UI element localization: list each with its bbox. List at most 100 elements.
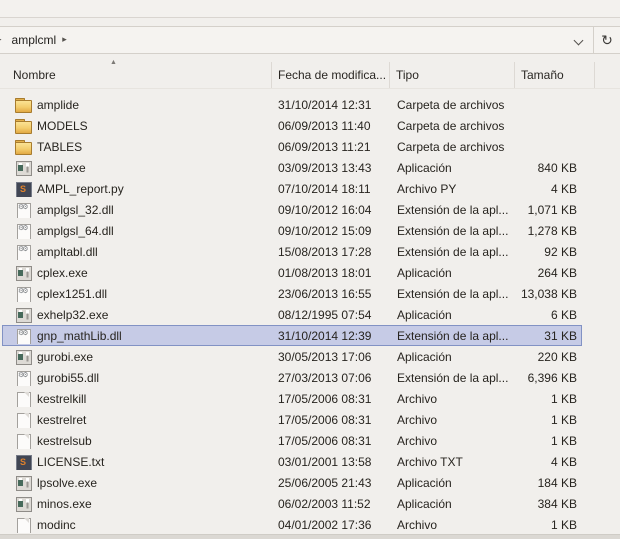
file-name: TABLES (37, 139, 83, 154)
address-dropdown-chevron-icon[interactable] (575, 36, 583, 44)
file-size: 4 KB (550, 454, 577, 469)
file-name: lpsolve.exe (37, 475, 98, 490)
file-date: 09/10/2012 16:04 (278, 202, 372, 217)
file-icon (14, 517, 32, 533)
file-row[interactable]: ampl.exe 03/09/2013 13:43 Aplicación 840… (2, 157, 582, 178)
column-resize-handle[interactable] (271, 62, 272, 88)
file-date: 30/05/2013 17:06 (278, 349, 372, 364)
file-icon (14, 391, 32, 407)
file-row[interactable]: TABLES 06/09/2013 11:21 Carpeta de archi… (2, 136, 582, 157)
dll-icon (14, 223, 32, 239)
file-row[interactable]: kestrelsub 17/05/2006 08:31 Archivo 1 KB (2, 430, 582, 451)
file-size: 31 KB (544, 328, 577, 343)
column-header-tipo[interactable]: Tipo (396, 68, 419, 82)
file-row[interactable]: AMPL_report.py 07/10/2014 18:11 Archivo … (2, 178, 582, 199)
file-row[interactable]: minos.exe 06/02/2003 11:52 Aplicación 38… (2, 493, 582, 514)
folder-icon (14, 118, 32, 134)
column-header-bar: ▲ Nombre Fecha de modifica... Tipo Tamañ… (0, 59, 620, 89)
dll-icon (14, 328, 32, 344)
file-name-cell: gurobi55.dll (3, 370, 275, 386)
refresh-icon: ↻ (601, 31, 613, 48)
file-row[interactable]: kestrelkill 17/05/2006 08:31 Archivo 1 K… (2, 388, 582, 409)
file-name-cell: ampltabl.dll (3, 244, 275, 260)
dll-icon (14, 286, 32, 302)
breadcrumb[interactable]: amplcml (12, 33, 57, 47)
file-row[interactable]: gurobi55.dll 27/03/2013 07:06 Extensión … (2, 367, 582, 388)
file-type: Extensión de la apl... (397, 202, 509, 217)
file-name: ampl.exe (37, 160, 86, 175)
file-name-cell: gurobi.exe (3, 349, 275, 365)
file-row[interactable]: cplex.exe 01/08/2013 18:01 Aplicación 26… (2, 262, 582, 283)
file-row[interactable]: LICENSE.txt 03/01/2001 13:58 Archivo TXT… (2, 451, 582, 472)
app-icon (14, 160, 32, 176)
file-row[interactable]: amplide 31/10/2014 12:31 Carpeta de arch… (2, 94, 582, 115)
refresh-button[interactable]: ↻ (594, 26, 620, 54)
file-name-cell: gnp_mathLib.dll (3, 328, 275, 344)
file-name-cell: exhelp32.exe (3, 307, 275, 323)
file-name-cell: amplgsl_32.dll (3, 202, 275, 218)
file-date: 06/02/2003 11:52 (278, 496, 371, 511)
file-row[interactable]: modinc 04/01/2002 17:36 Archivo 1 KB (2, 514, 582, 535)
file-row[interactable]: exhelp32.exe 08/12/1995 07:54 Aplicación… (2, 304, 582, 325)
file-date: 31/10/2014 12:39 (278, 328, 372, 343)
file-name-cell: amplide (3, 97, 275, 113)
folder-icon (14, 97, 32, 113)
file-type: Aplicación (397, 265, 452, 280)
address-bar[interactable]: ▸ amplcml ▸ ↻ (0, 26, 620, 54)
sort-ascending-icon: ▲ (110, 59, 117, 66)
file-row[interactable]: amplgsl_64.dll 09/10/2012 15:09 Extensió… (2, 220, 582, 241)
file-name: kestrelret (37, 412, 87, 427)
column-resize-handle[interactable] (389, 62, 390, 88)
file-name: gurobi.exe (37, 349, 94, 364)
column-resize-handle[interactable] (514, 62, 515, 88)
file-row[interactable]: MODELS 06/09/2013 11:40 Carpeta de archi… (2, 115, 582, 136)
file-size: 264 KB (537, 265, 577, 280)
breadcrumb-root-arrow-icon[interactable]: ▸ (0, 34, 2, 45)
file-type: Archivo (397, 517, 438, 532)
file-size: 1 KB (550, 433, 577, 448)
file-row[interactable]: amplgsl_32.dll 09/10/2012 16:04 Extensió… (2, 199, 582, 220)
file-date: 04/01/2002 17:36 (278, 517, 372, 532)
file-name: minos.exe (37, 496, 92, 511)
dll-icon (14, 370, 32, 386)
file-type: Extensión de la apl... (397, 244, 509, 259)
file-size: 4 KB (550, 181, 577, 196)
column-header-nombre[interactable]: Nombre (13, 68, 56, 82)
file-row[interactable]: cplex1251.dll 23/06/2013 16:55 Extensión… (2, 283, 582, 304)
file-row[interactable]: gurobi.exe 30/05/2013 17:06 Aplicación 2… (2, 346, 582, 367)
file-type: Aplicación (397, 160, 452, 175)
file-type: Aplicación (397, 307, 452, 322)
file-size: 184 KB (537, 475, 577, 490)
file-name-cell: lpsolve.exe (3, 475, 275, 491)
file-type: Extensión de la apl... (397, 223, 509, 238)
file-name: AMPL_report.py (37, 181, 124, 196)
file-size: 6 KB (550, 307, 577, 322)
sublime-icon (14, 454, 32, 470)
file-size: 220 KB (537, 349, 577, 364)
file-type: Carpeta de archivos (397, 118, 505, 133)
file-name-cell: kestrelret (3, 412, 275, 428)
file-name: gurobi55.dll (37, 370, 100, 385)
file-date: 06/09/2013 11:21 (278, 139, 371, 154)
file-row[interactable]: lpsolve.exe 25/06/2005 21:43 Aplicación … (2, 472, 582, 493)
file-row[interactable]: gnp_mathLib.dll 31/10/2014 12:39 Extensi… (2, 325, 582, 346)
sublime-icon (14, 181, 32, 197)
column-resize-handle[interactable] (594, 62, 595, 88)
file-name-cell: kestrelkill (3, 391, 275, 407)
file-row[interactable]: kestrelret 17/05/2006 08:31 Archivo 1 KB (2, 409, 582, 430)
file-type: Carpeta de archivos (397, 139, 505, 154)
column-header-tamano[interactable]: Tamaño (521, 68, 564, 82)
app-icon (14, 265, 32, 281)
ribbon-edge (0, 0, 620, 18)
file-date: 17/05/2006 08:31 (278, 391, 372, 406)
file-date: 03/09/2013 13:43 (278, 160, 372, 175)
breadcrumb-expand-arrow-icon[interactable]: ▸ (62, 34, 67, 45)
file-name: gnp_mathLib.dll (37, 328, 122, 343)
dll-icon (14, 202, 32, 218)
file-date: 01/08/2013 18:01 (278, 265, 372, 280)
file-name: cplex1251.dll (37, 286, 108, 301)
column-header-fecha[interactable]: Fecha de modifica... (278, 68, 386, 82)
file-name: modinc (37, 517, 76, 532)
file-size: 1 KB (550, 412, 577, 427)
file-row[interactable]: ampltabl.dll 15/08/2013 17:28 Extensión … (2, 241, 582, 262)
